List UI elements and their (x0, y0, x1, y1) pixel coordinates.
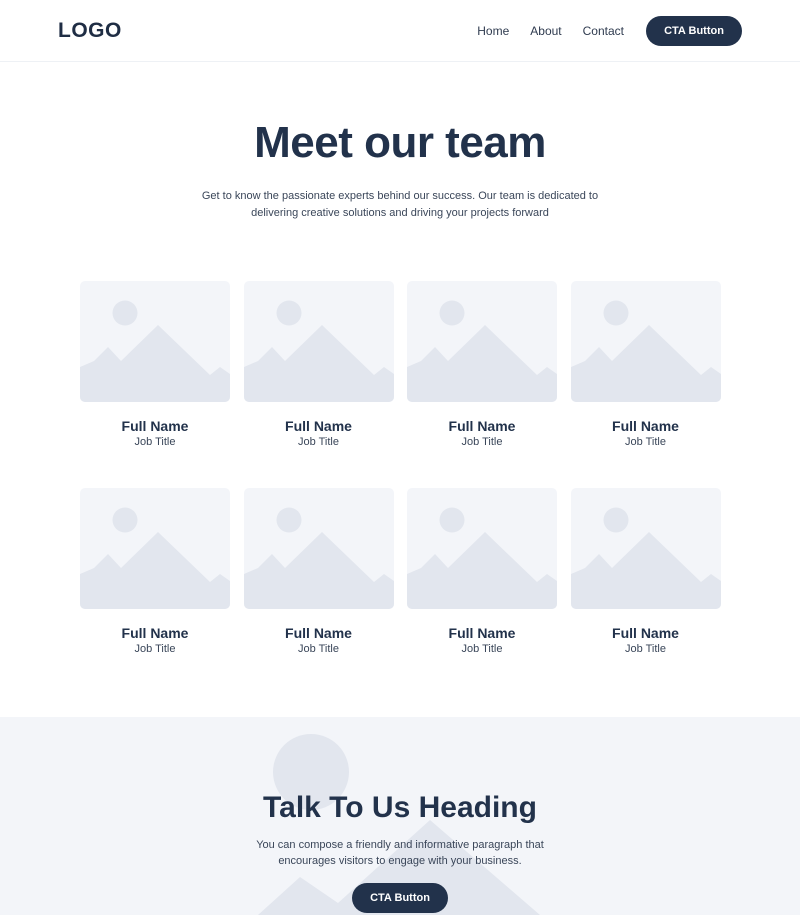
nav-link-home[interactable]: Home (477, 24, 509, 38)
member-name: Full Name (121, 418, 189, 434)
member-name: Full Name (448, 625, 516, 641)
team-member-card: Full Name Job Title (80, 488, 230, 657)
team-member-card: Full Name Job Title (407, 281, 557, 450)
talk-description: You can compose a friendly and informati… (256, 839, 544, 867)
team-member-card: Full Name Job Title (243, 488, 394, 657)
logo[interactable]: LOGO (58, 19, 122, 43)
team-member-card: Full Name Job Title (243, 281, 394, 450)
image-placeholder-icon (570, 281, 721, 402)
talk-heading: Talk To Us Heading (263, 791, 537, 824)
member-job-title: Job Title (298, 643, 339, 655)
image-placeholder-icon (407, 488, 557, 609)
member-job-title: Job Title (625, 436, 666, 448)
talk-cta-button[interactable]: CTA Button (352, 883, 448, 913)
image-placeholder-icon (80, 281, 230, 402)
member-job-title: Job Title (461, 436, 503, 448)
team-member-card: Full Name Job Title (407, 488, 557, 657)
hero-section: Meet our team Get to know the passionate… (0, 118, 800, 222)
talk-content: Talk To Us Heading You can compose a fri… (0, 791, 800, 913)
page-title: Meet our team (254, 118, 546, 167)
member-job-title: Job Title (625, 643, 666, 655)
header-cta-button[interactable]: CTA Button (646, 16, 742, 46)
member-job-title: Job Title (461, 643, 503, 655)
main-nav: Home About Contact CTA Button (477, 16, 742, 46)
member-name: Full Name (285, 625, 352, 641)
image-placeholder-icon (243, 488, 394, 609)
team-grid: Full Name Job Title Full Name Job Title … (80, 281, 721, 657)
image-placeholder-icon (243, 281, 394, 402)
member-name: Full Name (285, 418, 352, 434)
nav-link-about[interactable]: About (530, 24, 561, 38)
image-placeholder-icon (570, 488, 721, 609)
nav-link-contact[interactable]: Contact (583, 24, 624, 38)
image-placeholder-icon (80, 488, 230, 609)
member-name: Full Name (448, 418, 516, 434)
member-job-title: Job Title (134, 643, 176, 655)
team-member-card: Full Name Job Title (570, 281, 721, 450)
talk-to-us-section: Talk To Us Heading You can compose a fri… (0, 717, 800, 915)
member-job-title: Job Title (298, 436, 339, 448)
team-member-card: Full Name Job Title (570, 488, 721, 657)
member-name: Full Name (612, 418, 679, 434)
image-placeholder-icon (407, 281, 557, 402)
team-member-card: Full Name Job Title (80, 281, 230, 450)
site-header: LOGO Home About Contact CTA Button (0, 0, 800, 62)
member-name: Full Name (612, 625, 679, 641)
hero-description: Get to know the passionate experts behin… (201, 190, 599, 219)
member-job-title: Job Title (134, 436, 176, 448)
member-name: Full Name (121, 625, 189, 641)
